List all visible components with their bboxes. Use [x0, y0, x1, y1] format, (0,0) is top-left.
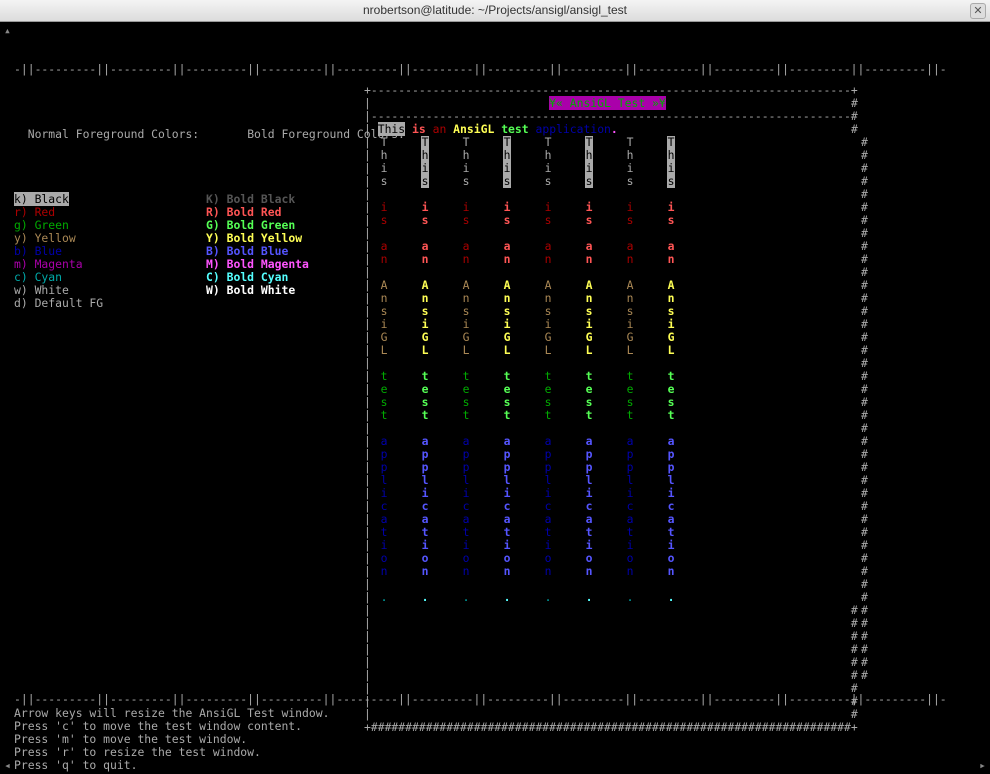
- bold-color-item: C) Bold Cyan: [206, 270, 288, 284]
- scroll-right-icon[interactable]: ▸: [979, 759, 986, 772]
- bold-color-item: R) Bold Red: [206, 205, 281, 219]
- vertical-columns: ||||ThisThisThisThisThisThisThisThis|||i…: [364, 136, 884, 604]
- bold-color-item: Y) Bold Yellow: [206, 231, 302, 245]
- bold-color-item: K) Bold Black: [206, 192, 295, 206]
- panel-border: +---------------------------------------…: [364, 83, 858, 97]
- scroll-up-icon[interactable]: ▴: [4, 24, 11, 37]
- normal-color-item: y) Yellow: [14, 231, 76, 245]
- panel-title: ¥« AnsiGL Test »¥: [549, 96, 666, 110]
- scroll-left-icon[interactable]: ◂: [4, 759, 11, 772]
- ansigl-test-panel: +---------------------------------------…: [364, 84, 884, 734]
- bold-color-item: W) Bold White: [206, 283, 295, 297]
- bold-color-item: G) Bold Green: [206, 218, 295, 232]
- normal-color-item: c) Cyan: [14, 270, 62, 284]
- normal-color-item: k) Black: [14, 192, 69, 206]
- close-icon[interactable]: ✕: [970, 3, 986, 19]
- window-titlebar: nrobertson@latitude: ~/Projects/ansigl/a…: [0, 0, 990, 22]
- normal-color-item: r) Red: [14, 205, 55, 219]
- help-text: Arrow keys will resize the AnsiGL Test w…: [14, 707, 329, 772]
- terminal: ▴ -||---------||---------||---------||--…: [0, 22, 990, 774]
- window-title: nrobertson@latitude: ~/Projects/ansigl/a…: [363, 4, 627, 17]
- ruler-top: -||---------||---------||---------||----…: [14, 63, 986, 76]
- bold-color-item: M) Bold Magenta: [206, 257, 309, 271]
- normal-color-item: m) Magenta: [14, 257, 83, 271]
- normal-color-item: d) Default FG: [14, 296, 103, 310]
- test-sentence: | This is an AnsiGL test application. #: [364, 123, 884, 136]
- bold-color-item: B) Bold Blue: [206, 244, 288, 258]
- panel-border-bottom: +#######################################…: [364, 720, 858, 734]
- help-line: Press 'q' to quit.: [14, 759, 329, 772]
- normal-color-item: g) Green: [14, 218, 69, 232]
- ruler-bottom: -||---------||---------||---------||----…: [14, 693, 947, 706]
- normal-color-item: b) Blue: [14, 244, 62, 258]
- normal-color-item: w) White: [14, 283, 69, 297]
